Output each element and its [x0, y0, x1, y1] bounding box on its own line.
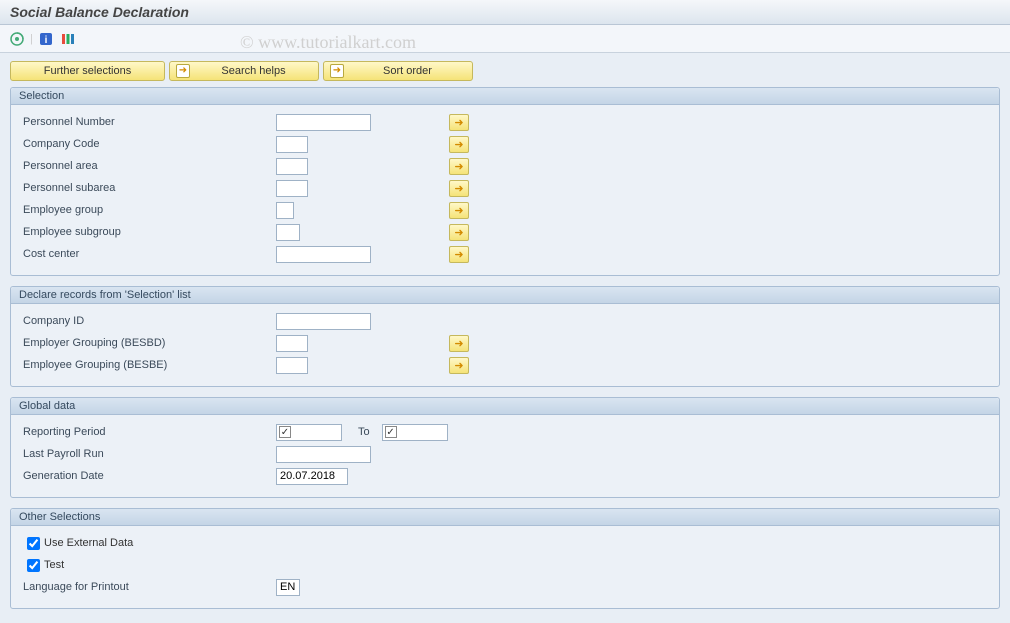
company-code-input[interactable] [276, 136, 308, 153]
use-external-data-row: Use External Data [21, 532, 989, 554]
last-payroll-run-input[interactable] [276, 446, 371, 463]
language-label: Language for Printout [21, 581, 276, 593]
personnel-area-row: Personnel area ➜ [21, 155, 989, 177]
further-selections-label: Further selections [44, 65, 131, 77]
arrow-right-icon: ➜ [330, 64, 344, 78]
arrow-right-icon: ➜ [176, 64, 190, 78]
company-id-label: Company ID [21, 315, 276, 327]
use-external-data-checkbox[interactable] [27, 537, 40, 550]
language-row: Language for Printout [21, 576, 989, 598]
personnel-area-label: Personnel area [21, 160, 276, 172]
info-icon[interactable]: i [37, 30, 55, 48]
generation-date-row: Generation Date [21, 465, 989, 487]
variant-icon[interactable] [59, 30, 77, 48]
search-helps-button[interactable]: ➜ Search helps [169, 61, 319, 81]
declare-group: Declare records from 'Selection' list Co… [10, 286, 1000, 387]
global-data-group-title: Global data [11, 398, 999, 415]
other-selections-group: Other Selections Use External Data Test … [10, 508, 1000, 609]
employee-grouping-label: Employee Grouping (BESBE) [21, 359, 276, 371]
company-code-more-button[interactable]: ➜ [449, 136, 469, 153]
generation-date-label: Generation Date [21, 470, 276, 482]
employee-group-input[interactable] [276, 202, 294, 219]
employer-grouping-more-button[interactable]: ➜ [449, 335, 469, 352]
employee-group-row: Employee group ➜ [21, 199, 989, 221]
last-payroll-run-row: Last Payroll Run [21, 443, 989, 465]
search-helps-label: Search helps [195, 65, 312, 77]
employee-grouping-more-button[interactable]: ➜ [449, 357, 469, 374]
cost-center-more-button[interactable]: ➜ [449, 246, 469, 263]
personnel-subarea-more-button[interactable]: ➜ [449, 180, 469, 197]
top-button-row: Further selections ➜ Search helps ➜ Sort… [10, 61, 1000, 81]
employee-group-more-button[interactable]: ➜ [449, 202, 469, 219]
employer-grouping-label: Employer Grouping (BESBD) [21, 337, 276, 349]
check-icon: ✓ [279, 426, 291, 438]
company-code-label: Company Code [21, 138, 276, 150]
personnel-subarea-row: Personnel subarea ➜ [21, 177, 989, 199]
personnel-area-input[interactable] [276, 158, 308, 175]
further-selections-button[interactable]: Further selections [10, 61, 165, 81]
last-payroll-run-label: Last Payroll Run [21, 448, 276, 460]
reporting-period-row: Reporting Period ✓ To ✓ [21, 421, 989, 443]
declare-group-title: Declare records from 'Selection' list [11, 287, 999, 304]
selection-group-title: Selection [11, 88, 999, 105]
reporting-period-from[interactable]: ✓ [276, 424, 342, 441]
company-id-input[interactable] [276, 313, 371, 330]
sort-order-label: Sort order [349, 65, 466, 77]
page-title: Social Balance Declaration [0, 0, 1010, 25]
use-external-data-label: Use External Data [44, 537, 133, 549]
employee-group-label: Employee group [21, 204, 276, 216]
reporting-period-to[interactable]: ✓ [382, 424, 448, 441]
employee-subgroup-more-button[interactable]: ➜ [449, 224, 469, 241]
company-code-row: Company Code ➜ [21, 133, 989, 155]
employee-grouping-input[interactable] [276, 357, 308, 374]
personnel-subarea-label: Personnel subarea [21, 182, 276, 194]
content-area: Further selections ➜ Search helps ➜ Sort… [0, 53, 1010, 617]
reporting-period-to-input[interactable] [399, 425, 445, 439]
global-data-group: Global data Reporting Period ✓ To ✓ [10, 397, 1000, 498]
svg-text:i: i [44, 35, 47, 46]
employee-subgroup-input[interactable] [276, 224, 300, 241]
test-row: Test [21, 554, 989, 576]
other-selections-group-title: Other Selections [11, 509, 999, 526]
execute-icon[interactable] [8, 30, 26, 48]
cost-center-label: Cost center [21, 248, 276, 260]
separator: | [30, 33, 33, 45]
language-input[interactable] [276, 579, 300, 596]
test-checkbox[interactable] [27, 559, 40, 572]
personnel-number-input[interactable] [276, 114, 371, 131]
cost-center-row: Cost center ➜ [21, 243, 989, 265]
to-label: To [358, 426, 370, 438]
employer-grouping-input[interactable] [276, 335, 308, 352]
sort-order-button[interactable]: ➜ Sort order [323, 61, 473, 81]
employee-subgroup-label: Employee subgroup [21, 226, 276, 238]
check-icon: ✓ [385, 426, 397, 438]
reporting-period-from-input[interactable] [293, 425, 339, 439]
personnel-subarea-input[interactable] [276, 180, 308, 197]
selection-group: Selection Personnel Number ➜ Company Cod… [10, 87, 1000, 276]
employee-subgroup-row: Employee subgroup ➜ [21, 221, 989, 243]
personnel-area-more-button[interactable]: ➜ [449, 158, 469, 175]
employer-grouping-row: Employer Grouping (BESBD) ➜ [21, 332, 989, 354]
company-id-row: Company ID [21, 310, 989, 332]
cost-center-input[interactable] [276, 246, 371, 263]
personnel-number-label: Personnel Number [21, 116, 276, 128]
employee-grouping-row: Employee Grouping (BESBE) ➜ [21, 354, 989, 376]
generation-date-input[interactable] [276, 468, 348, 485]
reporting-period-label: Reporting Period [21, 426, 276, 438]
test-label: Test [44, 559, 64, 571]
app-toolbar: | i [0, 25, 1010, 53]
personnel-number-row: Personnel Number ➜ [21, 111, 989, 133]
personnel-number-more-button[interactable]: ➜ [449, 114, 469, 131]
